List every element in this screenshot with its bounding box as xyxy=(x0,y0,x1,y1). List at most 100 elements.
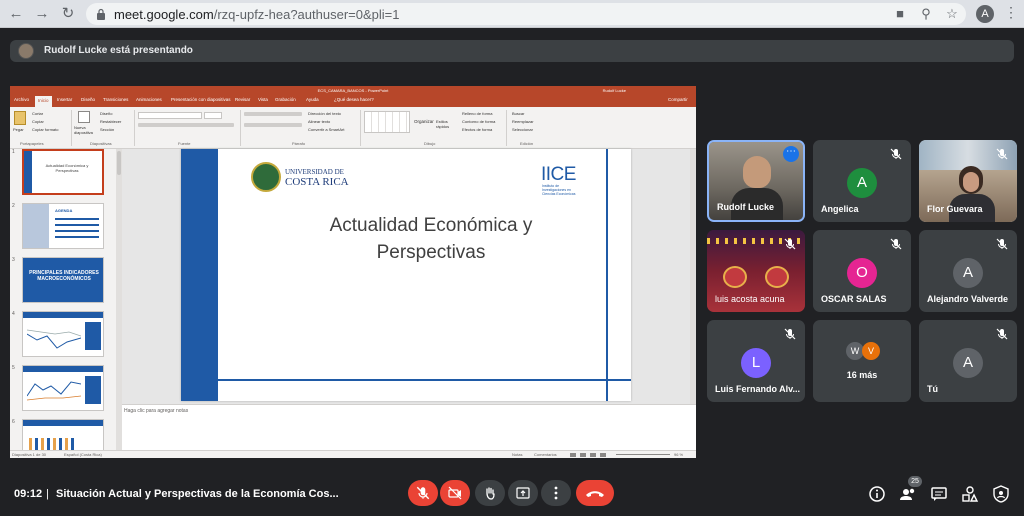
font-format-buttons[interactable] xyxy=(138,123,234,127)
text-direction-button[interactable]: Dirección del texto xyxy=(308,111,341,116)
list-buttons[interactable] xyxy=(244,112,302,116)
ppt-tab[interactable]: Revisar xyxy=(235,97,250,102)
leave-call-button[interactable] xyxy=(576,480,614,506)
ppt-tab[interactable]: Ayuda xyxy=(306,97,319,102)
ppt-search-tab[interactable]: ¿Qué desea hacer? xyxy=(334,97,374,102)
info-icon[interactable] xyxy=(868,485,886,503)
participant-name: Rudolf Lucke xyxy=(717,202,775,212)
participant-tile-rudolf[interactable]: ⋯ Rudolf Lucke xyxy=(707,140,805,222)
people-count-badge: 25 xyxy=(908,476,922,487)
mic-toggle-button[interactable] xyxy=(408,480,438,506)
find-button[interactable]: Buscar xyxy=(512,111,524,116)
lock-icon[interactable] xyxy=(96,8,106,20)
slide-thumbnail[interactable] xyxy=(22,419,104,450)
reset-button[interactable]: Restablecer xyxy=(100,119,121,124)
more-participants-tile[interactable]: W V 16 más xyxy=(813,320,911,402)
ribbon-divider xyxy=(506,110,507,146)
smartart-button[interactable]: Convertir a SmartArt xyxy=(308,127,344,132)
activities-icon[interactable] xyxy=(961,485,979,503)
section-button[interactable]: Sección xyxy=(100,127,114,132)
view-buttons[interactable] xyxy=(570,453,610,457)
layout-button[interactable]: Diseño xyxy=(100,111,112,116)
ppt-tab[interactable]: Insertar xyxy=(57,97,72,102)
wreath-decoration xyxy=(765,266,789,288)
more-count: 16 más xyxy=(846,370,878,380)
thumb-number: 6 xyxy=(12,419,15,425)
new-slide-button[interactable]: Nueva diapositiva xyxy=(74,125,98,135)
bookmark-star-icon[interactable]: ☆ xyxy=(944,6,960,22)
ppt-tab[interactable]: Transiciones xyxy=(103,97,128,102)
slide-title-line2: Perspectivas xyxy=(376,242,486,263)
shape-fill-button[interactable]: Relleno de forma xyxy=(462,111,492,116)
present-button[interactable] xyxy=(508,480,538,506)
slide-thumbnail[interactable] xyxy=(22,365,104,411)
slide-thumbnail[interactable]: Actualidad Económica y Perspectivas xyxy=(22,149,104,195)
participant-avatar: A xyxy=(953,348,983,378)
more-options-icon[interactable]: ⋯ xyxy=(783,146,799,162)
raise-hand-button[interactable] xyxy=(475,480,505,506)
participant-tile-flor[interactable]: Flor Guevara xyxy=(919,140,1017,222)
new-slide-icon[interactable] xyxy=(78,111,90,123)
zoom-level: 96 % xyxy=(674,452,684,457)
copy-button[interactable]: Copiar xyxy=(32,119,44,124)
quick-styles-button[interactable]: Estilos rápidos xyxy=(436,119,458,129)
shapes-gallery[interactable] xyxy=(364,111,410,133)
forward-icon[interactable]: → xyxy=(32,4,52,24)
align-text-button[interactable]: Alinear texto xyxy=(308,119,330,124)
participant-name: Luis Fernando Alv... xyxy=(715,384,801,394)
notes-toggle[interactable]: Notas xyxy=(512,452,522,457)
camera-icon[interactable]: ■ xyxy=(892,6,908,22)
replace-button[interactable]: Reemplazar xyxy=(512,119,534,124)
slide-scrollbar[interactable] xyxy=(690,149,696,404)
ppt-share[interactable]: Compartir xyxy=(668,97,688,102)
shape-outline-button[interactable]: Contorno de forma xyxy=(462,119,495,124)
profile-avatar[interactable]: A xyxy=(976,5,994,23)
paste-icon[interactable] xyxy=(14,111,26,125)
arrange-button[interactable]: Organizar xyxy=(414,119,434,124)
thumb-title: PRINCIPALES INDICADORES MACROECONÓMICOS xyxy=(29,270,99,282)
comments-toggle[interactable]: Comentarios xyxy=(534,452,557,457)
participant-tile-oscar[interactable]: O OSCAR SALAS xyxy=(813,230,911,312)
current-slide[interactable]: UNIVERSIDAD DE COSTA RICA IICE Instituto… xyxy=(181,149,631,401)
back-icon[interactable]: ← xyxy=(6,4,26,24)
slide-thumbnail[interactable] xyxy=(22,311,104,357)
ppt-tab-active[interactable]: Inicio xyxy=(35,96,52,107)
address-bar[interactable]: meet.google.com/rzq-upfz-hea?authuser=0&… xyxy=(86,3,966,25)
format-painter-button[interactable]: Copiar formato xyxy=(32,127,58,132)
participant-name: Angelica xyxy=(821,204,859,214)
browser-menu-icon[interactable]: ⋮ xyxy=(1004,4,1018,21)
ppt-tab[interactable]: Grabación xyxy=(275,97,296,102)
font-size-select[interactable] xyxy=(204,112,222,119)
presenter-avatar xyxy=(18,43,34,59)
select-button[interactable]: Seleccionar xyxy=(512,127,533,132)
ribbon-divider xyxy=(71,110,72,146)
people-icon[interactable] xyxy=(899,485,917,503)
host-controls-icon[interactable] xyxy=(992,485,1010,503)
participant-tile-self[interactable]: A Tú xyxy=(919,320,1017,402)
align-buttons[interactable] xyxy=(244,123,302,127)
ppt-tab[interactable]: Vista xyxy=(258,97,268,102)
participant-tile-alejandro[interactable]: A Alejandro Valverde xyxy=(919,230,1017,312)
cut-button[interactable]: Cortar xyxy=(32,111,43,116)
participant-tile-luis-fernando[interactable]: L Luis Fernando Alv... xyxy=(707,320,805,402)
chat-icon[interactable] xyxy=(930,485,948,503)
font-name-select[interactable] xyxy=(138,112,202,119)
zoom-icon[interactable]: ⚲ xyxy=(918,6,934,22)
notes-pane[interactable]: Haga clic para agregar notas xyxy=(122,404,696,450)
zoom-slider[interactable] xyxy=(616,454,670,455)
scroll-thumb[interactable] xyxy=(117,151,121,175)
participant-tile-angelica[interactable]: A Angelica xyxy=(813,140,911,222)
ppt-tab[interactable]: Presentación con diapositivas xyxy=(171,97,231,102)
ppt-tab[interactable]: Diseño xyxy=(81,97,95,102)
slide-thumbnail-pane: 1 Actualidad Económica y Perspectivas 2 … xyxy=(10,149,116,450)
ppt-tab[interactable]: Archivo xyxy=(14,97,29,102)
paste-button[interactable]: Pegar xyxy=(13,127,24,132)
camera-toggle-button[interactable] xyxy=(440,480,470,506)
more-options-button[interactable] xyxy=(541,480,571,506)
participant-tile-luis-acosta[interactable]: luis acosta acuna xyxy=(707,230,805,312)
shape-effects-button[interactable]: Efectos de forma xyxy=(462,127,492,132)
slide-thumbnail[interactable]: PRINCIPALES INDICADORES MACROECONÓMICOS xyxy=(22,257,104,303)
ppt-tab[interactable]: Animaciones xyxy=(136,97,162,102)
slide-thumbnail[interactable]: AGENDA xyxy=(22,203,104,249)
reload-icon[interactable]: ↻ xyxy=(58,4,78,24)
